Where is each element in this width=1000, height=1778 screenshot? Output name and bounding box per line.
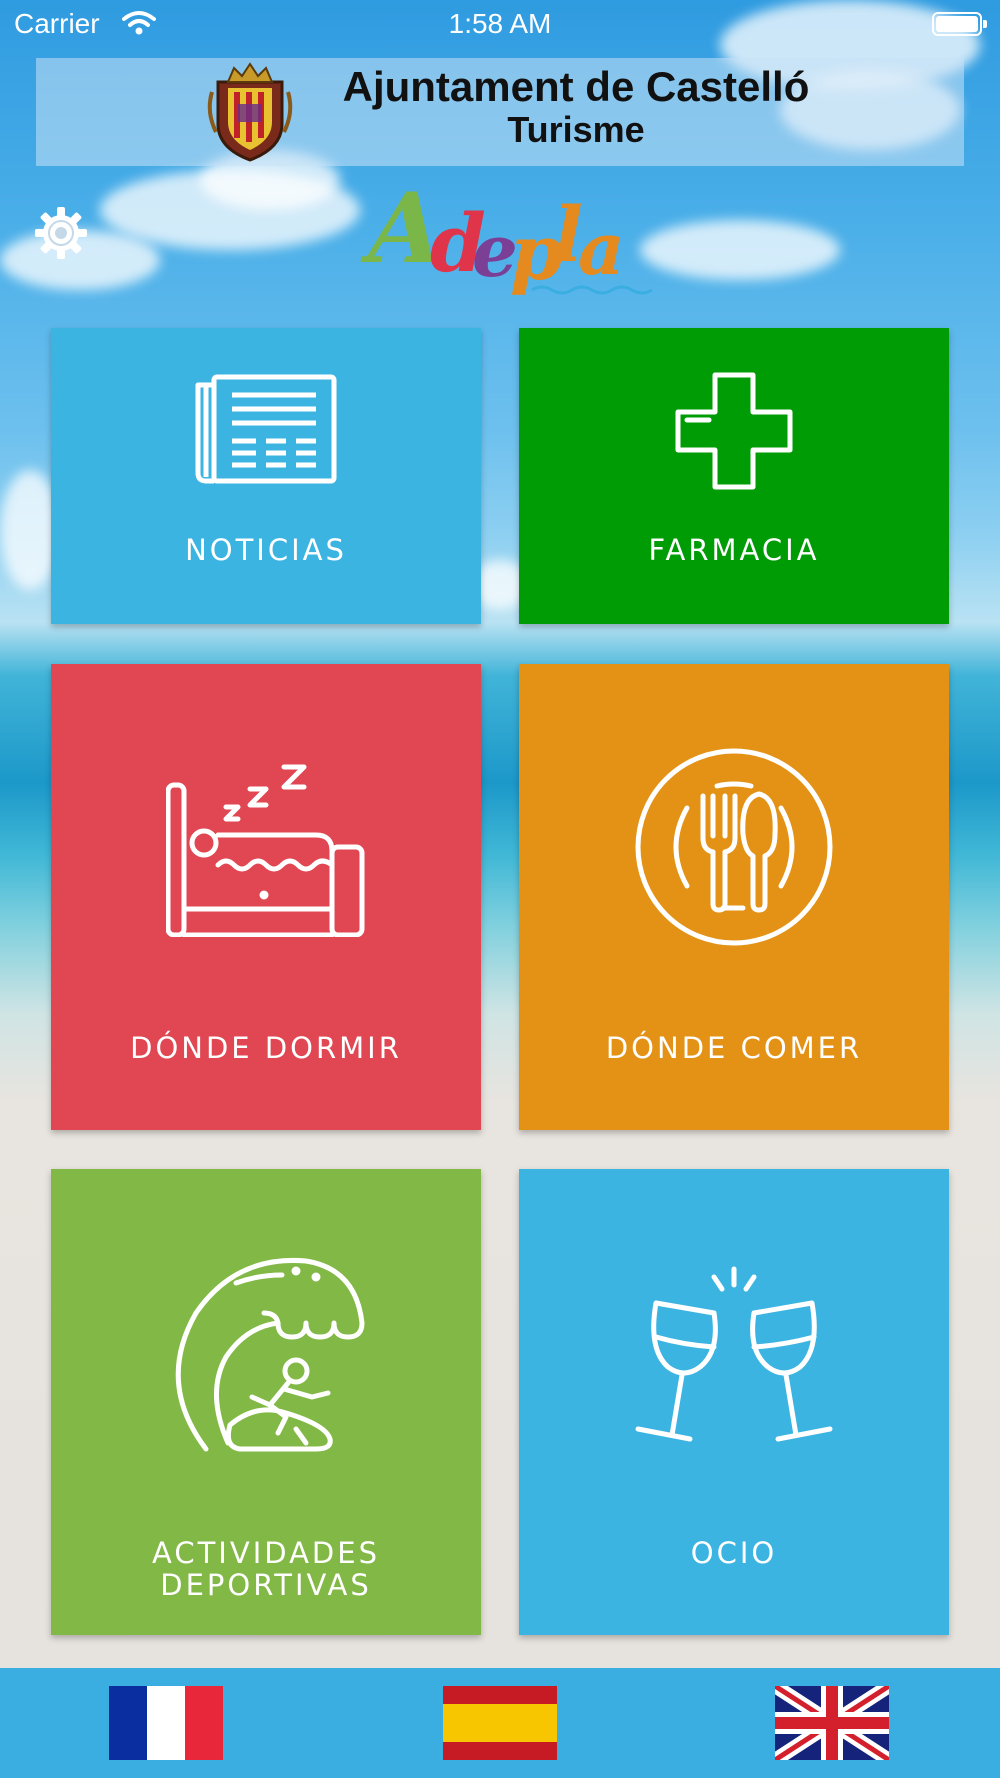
newspaper-icon <box>195 374 337 484</box>
plate-cutlery-icon <box>635 748 833 946</box>
actividades-deportivas-label: ACTIVIDADES DEPORTIVAS <box>51 1537 481 1601</box>
battery-icon <box>932 12 987 36</box>
wine-glasses-icon <box>635 1266 833 1442</box>
noticias-label: NOTICIAS <box>185 533 347 567</box>
header-title: Ajuntament de Castelló Turisme <box>316 66 836 148</box>
actividades-label-line2: DEPORTIVAS <box>160 1568 372 1602</box>
spain-flag-icon[interactable] <box>443 1686 557 1760</box>
ocio-label: OCIO <box>690 1536 778 1570</box>
header-title-line2: Turisme <box>507 109 645 150</box>
actividades-label-line1: ACTIVIDADES <box>152 1536 380 1570</box>
language-bar <box>0 1668 1000 1778</box>
logo-letter-a2: a <box>578 206 625 291</box>
header-banner: Ajuntament de Castelló Turisme <box>36 58 964 166</box>
pharmacy-cross-icon <box>675 372 793 490</box>
surf-wave-icon <box>175 1257 365 1452</box>
uk-flag-icon[interactable] <box>775 1686 889 1760</box>
castello-coat-of-arms-icon <box>207 62 293 162</box>
header-title-line1: Ajuntament de Castelló <box>342 63 810 110</box>
actividades-deportivas-tile[interactable]: ACTIVIDADES DEPORTIVAS <box>51 1169 481 1635</box>
donde-comer-tile[interactable]: DÓNDE COMER <box>519 664 949 1130</box>
donde-comer-label: DÓNDE COMER <box>605 1031 863 1065</box>
status-bar: Carrier 1:58 AM <box>0 0 1000 50</box>
ocio-tile[interactable]: OCIO <box>519 1169 949 1635</box>
donde-dormir-tile[interactable]: DÓNDE DORMIR <box>51 664 481 1130</box>
adepla-logo: A d e p l a <box>360 172 660 302</box>
france-flag-icon[interactable] <box>109 1686 223 1760</box>
gear-icon[interactable] <box>34 206 88 260</box>
farmacia-label: FARMACIA <box>648 533 820 567</box>
donde-dormir-label: DÓNDE DORMIR <box>130 1031 402 1065</box>
farmacia-tile[interactable]: FARMACIA <box>519 328 949 624</box>
bed-icon <box>166 764 365 937</box>
clock: 1:58 AM <box>448 8 552 39</box>
logo-wave-icon <box>531 285 653 295</box>
noticias-tile[interactable]: NOTICIAS <box>51 328 481 624</box>
